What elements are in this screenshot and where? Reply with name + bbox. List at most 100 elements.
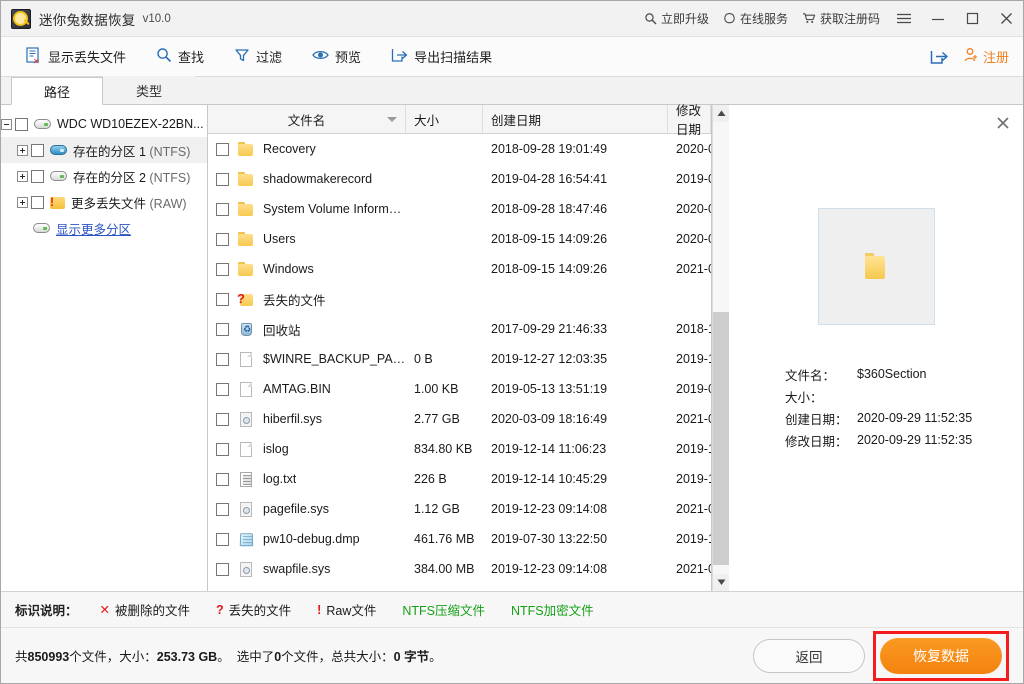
- tab-path-label: 路径: [43, 84, 70, 100]
- app-version: v10.0: [142, 12, 171, 25]
- scrollbar-track[interactable]: [713, 122, 729, 574]
- upgrade-link-label: 立即升级: [660, 12, 709, 26]
- row-checkbox[interactable]: [216, 172, 229, 186]
- table-row[interactable]: shadowmakerecord 2019-04-28 16:54:41 201…: [208, 164, 711, 194]
- tree-node-partition-1[interactable]: 存在的分区 1 (NTFS): [1, 137, 207, 163]
- row-checkbox[interactable]: [216, 142, 229, 156]
- minimize-icon[interactable]: [921, 1, 955, 37]
- register-button[interactable]: 注册: [963, 47, 1009, 66]
- row-checkbox[interactable]: [216, 322, 229, 336]
- table-row[interactable]: $WINRE_BACKUP_PART... 0 B 2019-12-27 12:…: [208, 344, 711, 374]
- file-modified-date: 2019-12-27 ...: [676, 352, 711, 366]
- file-created-date: 2018-09-28 18:47:46: [491, 202, 608, 216]
- tab-type[interactable]: 类型: [103, 76, 195, 104]
- tree-expander-minus-icon[interactable]: [1, 118, 12, 130]
- register-label: 注册: [982, 50, 1009, 65]
- preview-metadata: 文件名： $360Section 大小： 创建日期： 2020-09-29 11…: [729, 363, 1023, 451]
- file-created-date: 2018-09-15 14:09:26: [491, 232, 608, 246]
- row-checkbox[interactable]: [216, 382, 229, 396]
- get-license-link[interactable]: 获取注册码: [795, 1, 887, 36]
- file-list-scrollbar[interactable]: [712, 105, 729, 591]
- table-row[interactable]: Windows 2018-09-15 14:09:26 2021-01-29 .…: [208, 254, 711, 284]
- tree-node-raw-lost-files[interactable]: ! 更多丢失文件 (RAW): [1, 189, 207, 215]
- file-created-date: 2020-03-09 18:16:49: [491, 412, 608, 426]
- file-name-cell: Users: [208, 231, 406, 247]
- tree-checkbox-raw[interactable]: [31, 195, 44, 209]
- row-checkbox[interactable]: [216, 412, 229, 426]
- row-checkbox[interactable]: [216, 292, 229, 306]
- upgrade-link[interactable]: 立即升级: [637, 1, 716, 36]
- tree-checkbox-disk[interactable]: [15, 117, 28, 131]
- table-row[interactable]: pagefile.sys 1.12 GB 2019-12-23 09:14:08…: [208, 494, 711, 524]
- row-checkbox[interactable]: [216, 562, 229, 576]
- row-checkbox[interactable]: [216, 352, 229, 366]
- status-total-files: 850993: [27, 650, 70, 664]
- tree-checkbox-partition-2[interactable]: [31, 169, 44, 183]
- tree-expander-plus-icon[interactable]: [17, 144, 28, 156]
- preview-field-filename: 文件名： $360Section: [785, 363, 1023, 385]
- row-checkbox[interactable]: [216, 202, 229, 216]
- filter-button[interactable]: 过滤: [222, 43, 294, 70]
- close-icon[interactable]: [989, 1, 1023, 37]
- export-scan-result-button[interactable]: 导出扫描结果: [379, 43, 504, 70]
- table-row[interactable]: System Volume Information 2018-09-28 18:…: [208, 194, 711, 224]
- maximize-icon[interactable]: [955, 1, 989, 37]
- file-name: pagefile.sys: [263, 502, 330, 516]
- file-name: Windows: [263, 262, 314, 276]
- scrollbar-thumb[interactable]: [713, 311, 729, 565]
- column-header-size-label: 大小: [414, 113, 440, 128]
- row-checkbox[interactable]: [216, 502, 229, 516]
- hamburger-menu-icon[interactable]: [887, 1, 921, 37]
- legend-item-encrypted-label: NTFS加密文件: [511, 604, 594, 618]
- row-checkbox[interactable]: [216, 442, 229, 456]
- column-header-name[interactable]: 文件名: [208, 105, 406, 133]
- status-selected-prefix: 选中了: [236, 650, 275, 664]
- tree-checkbox-partition-1[interactable]: [31, 143, 44, 157]
- column-header-modified[interactable]: 修改日期: [668, 104, 711, 137]
- table-row[interactable]: Recovery 2018-09-28 19:01:49 2020-03-09 …: [208, 134, 711, 164]
- tab-path[interactable]: 路径: [11, 77, 103, 105]
- file-size: 461.76 MB: [414, 532, 475, 546]
- tree-expander-plus-icon[interactable]: [17, 196, 28, 208]
- table-row[interactable]: ♻ 回收站 2017-09-29 21:46:33 2018-10-08 ...: [208, 314, 711, 344]
- table-row[interactable]: hiberfil.sys 2.77 GB 2020-03-09 18:16:49…: [208, 404, 711, 434]
- share-export-icon[interactable]: [930, 48, 949, 65]
- show-lost-files-button[interactable]: ✕ 显示丢失文件: [13, 43, 138, 71]
- sort-descending-icon: [387, 117, 397, 122]
- row-checkbox[interactable]: [216, 472, 229, 486]
- search-button[interactable]: 查找: [144, 43, 216, 70]
- user-register-icon: [963, 47, 979, 66]
- tree-node-show-more-partitions[interactable]: 显示更多分区: [1, 215, 207, 241]
- main-body: WDC WD10EZEX-22BN... 存在的分区 1 (NTFS) 存在的分…: [1, 104, 1023, 591]
- scroll-down-arrow-icon[interactable]: [713, 574, 729, 591]
- preview-close-icon[interactable]: [995, 115, 1011, 131]
- row-checkbox[interactable]: [216, 532, 229, 546]
- table-row[interactable]: Users 2018-09-15 14:09:26 2020-03-09 ...: [208, 224, 711, 254]
- table-row[interactable]: log.txt 226 B 2019-12-14 10:45:29 2019-1…: [208, 464, 711, 494]
- preview-eye-icon: [312, 47, 329, 66]
- preview-field-created: 创建日期： 2020-09-29 11:52:35: [785, 407, 1023, 429]
- table-row[interactable]: ? 丢失的文件: [208, 284, 711, 314]
- table-row[interactable]: islog 834.80 KB 2019-12-14 11:06:23 2019…: [208, 434, 711, 464]
- raw-file-mark-icon: !: [317, 602, 322, 617]
- recover-data-button[interactable]: 恢复数据: [880, 637, 1002, 674]
- preview-button[interactable]: 预览: [300, 43, 373, 70]
- column-header-size[interactable]: 大小: [406, 105, 483, 133]
- tree-expander-plus-icon[interactable]: [17, 170, 28, 182]
- tree-node-disk[interactable]: WDC WD10EZEX-22BN...: [1, 111, 207, 137]
- tree-node-partition-2[interactable]: 存在的分区 2 (NTFS): [1, 163, 207, 189]
- row-checkbox[interactable]: [216, 232, 229, 246]
- back-button[interactable]: 返回: [753, 638, 865, 673]
- file-name: hiberfil.sys: [263, 412, 323, 426]
- column-header-created[interactable]: 创建日期: [483, 105, 668, 133]
- online-service-link[interactable]: 在线服务: [716, 1, 795, 36]
- file-modified-date: 2020-09-02 ...: [676, 202, 711, 216]
- file-name-cell: Windows: [208, 261, 406, 277]
- scroll-up-arrow-icon[interactable]: [713, 105, 729, 122]
- show-more-partitions-link[interactable]: 显示更多分区: [56, 219, 131, 238]
- row-checkbox[interactable]: [216, 262, 229, 276]
- table-row[interactable]: pw10-debug.dmp 461.76 MB 2019-07-30 13:2…: [208, 524, 711, 554]
- table-row[interactable]: AMTAG.BIN 1.00 KB 2019-05-13 13:51:19 20…: [208, 374, 711, 404]
- file-created-date: 2019-12-14 11:06:23: [491, 442, 607, 456]
- table-row[interactable]: swapfile.sys 384.00 MB 2019-12-23 09:14:…: [208, 554, 711, 584]
